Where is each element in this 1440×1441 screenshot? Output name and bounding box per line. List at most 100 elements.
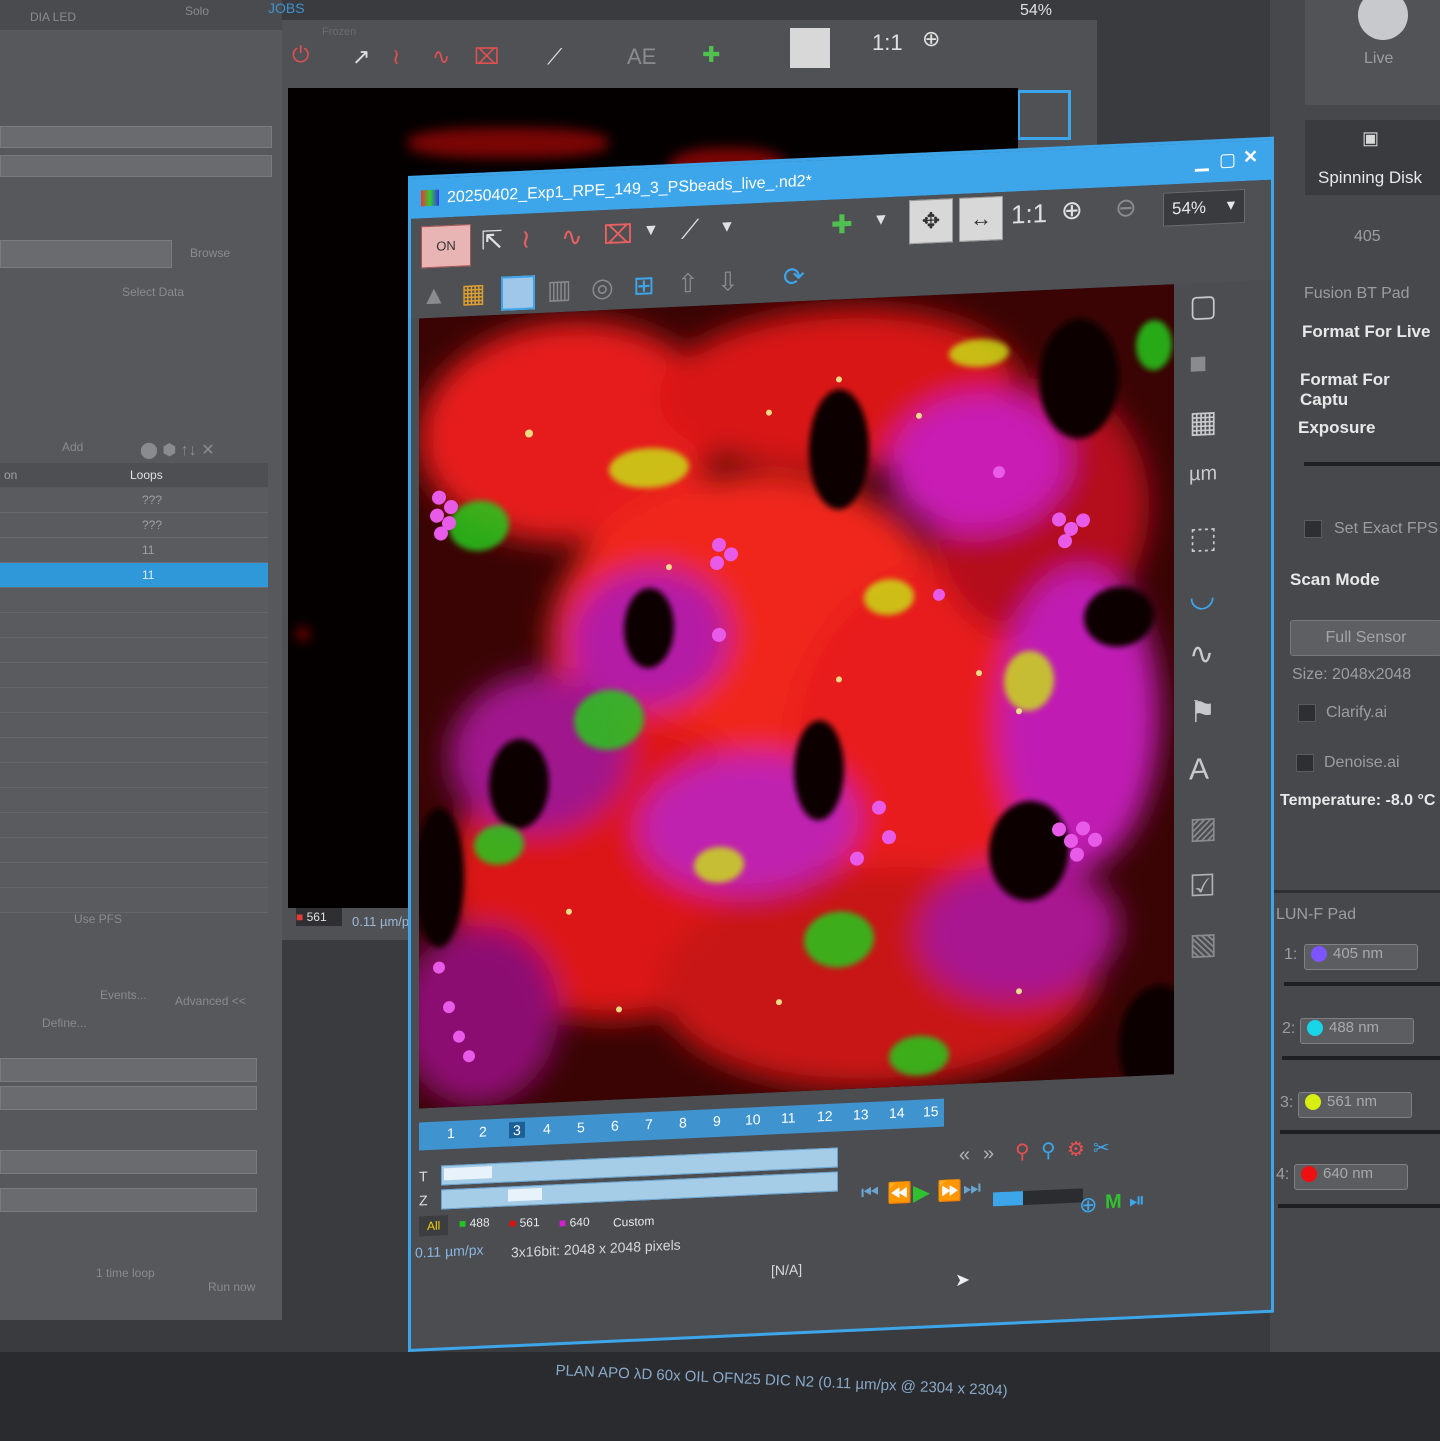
clarify-checkbox[interactable] <box>1298 704 1316 722</box>
fit-width-button[interactable]: ↔ <box>959 195 1003 242</box>
rect-roi-icon[interactable]: ▢ <box>1189 288 1217 324</box>
channel-tab-custom[interactable]: Custom <box>613 1214 654 1230</box>
frame-7[interactable]: 7 <box>645 1116 653 1132</box>
zoom-out-icon[interactable]: ⊖ <box>1115 192 1137 224</box>
minimize-icon[interactable]: ▁ <box>1195 151 1209 173</box>
laser-1-slider[interactable] <box>1284 982 1440 986</box>
skip-start-icon[interactable]: ⏮ <box>861 1182 879 1206</box>
bg-one-to-one[interactable]: 1:1 <box>872 30 903 56</box>
laser-405-button[interactable]: 405 nm <box>1304 944 1418 970</box>
bg-ae-label[interactable]: AE <box>627 44 656 70</box>
frame-5[interactable]: 5 <box>577 1119 585 1135</box>
fluorescence-image[interactable] <box>419 284 1174 1109</box>
filled-rect-icon[interactable]: ■ <box>1189 347 1207 382</box>
events-button[interactable]: Events... <box>100 988 147 1002</box>
frame-9[interactable]: 9 <box>713 1113 721 1129</box>
split-view-icon[interactable]: ▥ <box>547 274 572 306</box>
path-field[interactable] <box>0 240 172 268</box>
dropdown-2[interactable] <box>0 1086 257 1110</box>
cut-icon[interactable]: ✂ <box>1093 1135 1110 1161</box>
dropdown-1[interactable] <box>0 1058 257 1082</box>
pin-icon[interactable]: ⚲ <box>1015 1139 1030 1165</box>
laser-4-slider[interactable] <box>1278 1204 1440 1208</box>
frame-12[interactable]: 12 <box>817 1108 833 1125</box>
frame-15[interactable]: 15 <box>923 1103 939 1120</box>
add-marker-icon[interactable]: ⊕ <box>1079 1192 1097 1219</box>
frame-13[interactable]: 13 <box>853 1106 869 1123</box>
laser-561-button[interactable]: 561 nm <box>1298 1092 1412 1118</box>
t-slider-thumb[interactable] <box>444 1166 492 1181</box>
on-toggle-button[interactable]: ON <box>421 224 471 269</box>
dropdown-4[interactable] <box>0 1188 257 1212</box>
bg-draw-icon[interactable]: ≀ <box>392 44 400 70</box>
bg-fit-icon[interactable] <box>790 28 830 68</box>
frame-10[interactable]: 10 <box>745 1111 761 1128</box>
run-now-button[interactable]: Run now <box>208 1280 255 1294</box>
crop-icon[interactable]: ⬚ <box>1189 520 1217 556</box>
m-marker-icon[interactable]: M <box>1105 1191 1122 1215</box>
filter-wavelength[interactable]: 405 <box>1354 228 1381 246</box>
dropdown-arrow-icon[interactable]: ▼ <box>643 222 659 241</box>
frame-3-current[interactable]: 3 <box>509 1121 525 1139</box>
zoom-select[interactable]: 54% ▼ <box>1163 188 1245 227</box>
bg-zoom-value[interactable]: 54% <box>1020 2 1052 20</box>
text-tool-icon[interactable]: A <box>1189 753 1209 788</box>
bg-roi-square-icon[interactable] <box>1017 90 1071 140</box>
full-sensor-button[interactable]: Full Sensor <box>1290 620 1440 656</box>
bg-wave-icon[interactable]: ∿ <box>432 44 450 70</box>
channel-tab-561[interactable]: ■ 561 <box>509 1215 540 1230</box>
add-channel-icon[interactable]: ✚ <box>831 209 853 241</box>
3d-view-icon[interactable]: ◎ <box>591 272 614 304</box>
bg-arrow-icon[interactable]: ↗ <box>352 44 370 70</box>
channel-tab-all[interactable]: All <box>419 1215 449 1237</box>
profile-icon[interactable]: ∿ <box>1189 636 1214 672</box>
laser-488-button[interactable]: 488 nm <box>1300 1018 1414 1044</box>
curve-tool-icon[interactable]: ⟋ <box>681 214 699 247</box>
laser-2-slider[interactable] <box>1282 1056 1440 1060</box>
bg-clear-icon[interactable]: ⌧ <box>474 44 499 70</box>
tab-jobs[interactable]: JOBS <box>268 0 305 16</box>
skip-end-icon[interactable]: ⏭ <box>963 1177 981 1201</box>
use-pfs-checkbox[interactable]: Use PFS <box>74 912 122 926</box>
grid-row[interactable]: 11 <box>0 538 268 563</box>
playback-next-icon[interactable]: » <box>983 1142 994 1166</box>
grid-overlay-icon[interactable]: ▦ <box>1189 404 1217 440</box>
clear-tool-icon[interactable]: ⌧ <box>603 219 633 251</box>
playback-prev-icon[interactable]: « <box>959 1143 970 1167</box>
set-exact-fps-checkbox[interactable] <box>1304 520 1322 538</box>
wave-tool-icon[interactable]: ∿ <box>561 221 583 253</box>
loop-icon[interactable]: ⏯ <box>1129 1190 1145 1214</box>
loop-tools-icons[interactable]: ⬤ ⬢ ↑↓ ✕ <box>140 440 215 460</box>
lasso-icon[interactable]: ◡ <box>1189 578 1215 614</box>
histogram-icon[interactable]: ▲ <box>421 279 447 311</box>
tab-solo[interactable]: Solo <box>185 4 209 18</box>
browse-button[interactable]: Browse <box>190 246 230 260</box>
overlay-check-icon[interactable]: ☑ <box>1189 868 1216 904</box>
speed-slider[interactable] <box>993 1188 1083 1207</box>
channel-dropdown-icon[interactable]: ▼ <box>873 211 889 230</box>
layout-icon[interactable]: ▦ <box>461 277 486 309</box>
single-view-button[interactable] <box>501 275 535 311</box>
flag-icon[interactable]: ⚑ <box>1189 694 1216 730</box>
zoom-in-icon[interactable]: ⊕ <box>1061 194 1083 226</box>
arrow-tool-icon[interactable]: ⇱ <box>481 225 503 257</box>
one-to-one-button[interactable]: 1:1 <box>1011 198 1047 231</box>
frame-6[interactable]: 6 <box>611 1117 619 1133</box>
laser-640-button[interactable]: 640 nm <box>1294 1164 1408 1190</box>
exposure-slider[interactable] <box>1304 462 1440 466</box>
bg-curve-icon[interactable]: ⟋ <box>547 44 562 70</box>
laser-3-slider[interactable] <box>1280 1130 1440 1134</box>
stamp-icon[interactable]: ▨ <box>1189 810 1217 846</box>
frame-2[interactable]: 2 <box>479 1123 487 1139</box>
frame-14[interactable]: 14 <box>889 1104 905 1121</box>
tab-dia-led[interactable]: DIA LED <box>30 10 76 24</box>
fit-to-window-button[interactable]: ✥ <box>909 198 953 245</box>
settings-gear-icon[interactable]: ⚙ <box>1067 1136 1085 1162</box>
frame-4[interactable]: 4 <box>543 1121 551 1137</box>
curve-dropdown-icon[interactable]: ▼ <box>719 218 735 237</box>
refresh-icon[interactable]: ⟳ <box>783 261 805 293</box>
scale-bar-icon[interactable]: µm <box>1189 462 1217 486</box>
bg-on-tool-icon[interactable]: ⏻ <box>292 42 309 68</box>
overlay-disable-icon[interactable]: ▧ <box>1189 926 1217 962</box>
grid-row[interactable]: ??? <box>0 488 268 513</box>
